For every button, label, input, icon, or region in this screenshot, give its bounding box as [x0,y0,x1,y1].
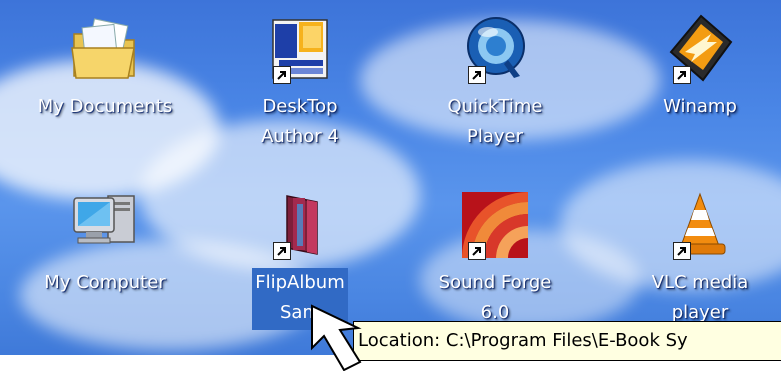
shortcut-arrow-icon [468,242,486,260]
shortcut-arrow-icon [673,66,691,84]
desktop-icon-my-documents[interactable]: My Documents [30,12,180,122]
folder-documents-icon [68,12,142,86]
vlc-cone-icon [663,188,737,262]
desktop-icon-label: My Computer [44,272,166,293]
desktop-icon-quicktime[interactable]: QuickTime Player [420,12,570,152]
desktop[interactable]: My Documents DeskTop Author 4 QuickTime … [0,0,781,371]
desktop-icon-desktop-author[interactable]: DeskTop Author 4 [225,12,375,152]
tooltip: Location: C:\Program Files\E-Book Sy [353,321,781,361]
desktop-author-icon [263,12,337,86]
desktop-icon-label: Winamp [663,96,737,117]
shortcut-arrow-icon [273,66,291,84]
computer-icon [68,188,142,262]
flipalbum-book-icon [263,188,337,262]
shortcut-arrow-icon [273,242,291,260]
desktop-icon-label: VLC media player [651,272,749,323]
desktop-icon-label: My Documents [37,96,173,117]
quicktime-icon [458,12,532,86]
desktop-icon-my-computer[interactable]: My Computer [30,188,180,298]
sound-forge-icon [458,188,532,262]
desktop-icon-vlc[interactable]: VLC media player [625,188,775,328]
shortcut-arrow-icon [468,66,486,84]
desktop-icon-label: DeskTop Author 4 [261,96,339,147]
desktop-icon-sound-forge[interactable]: Sound Forge 6.0 [420,188,570,328]
winamp-icon [663,12,737,86]
desktop-icon-winamp[interactable]: Winamp [625,12,775,122]
desktop-icon-label: QuickTime Player [447,96,543,147]
shortcut-arrow-icon [673,242,691,260]
desktop-icon-label: Sound Forge 6.0 [438,272,552,323]
mouse-pointer-icon [300,300,400,371]
